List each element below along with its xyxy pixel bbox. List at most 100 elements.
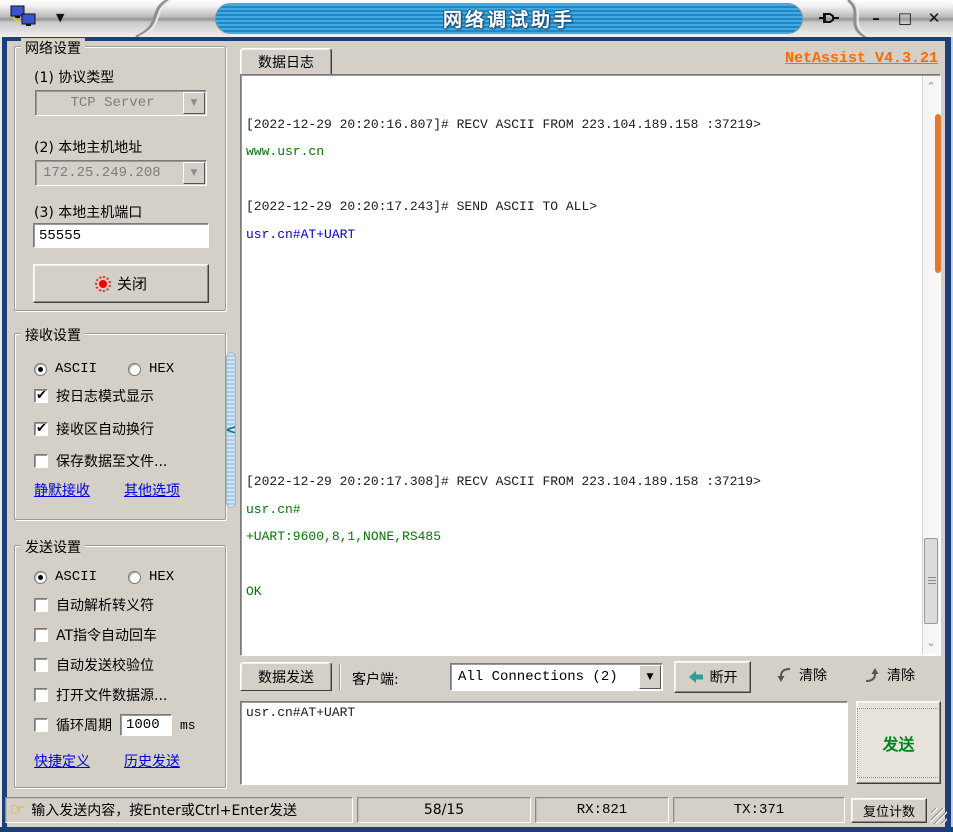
status-counter: 58/15 [424, 802, 464, 818]
log-line [246, 248, 920, 276]
log-line [246, 331, 920, 359]
host-label: (2) 本地主机地址 [34, 137, 142, 157]
tab-data-log[interactable]: 数据日志 [240, 48, 332, 75]
cycle-period-input[interactable]: 1000 [120, 714, 172, 736]
version-link[interactable]: NetAssist V4.3.21 [600, 50, 938, 67]
log-line [246, 441, 920, 469]
log-line: +UART:9600,8,1,NONE,RS485 [246, 523, 920, 551]
host-value: 172.25.249.208 [36, 165, 182, 181]
minimize-button[interactable]: – [864, 7, 888, 29]
toolbar-divider [339, 664, 340, 690]
checkbox-file-source[interactable]: ✔ 打开文件数据源... [34, 685, 167, 705]
titlebar[interactable]: ▼ 网络调试助手 – □ ✕ [0, 0, 953, 37]
network-settings-title: 网络设置 [21, 38, 85, 58]
status-hint: 输入发送内容，按Enter或Ctrl+Enter发送 [31, 800, 343, 820]
radio-icon [128, 363, 141, 376]
protocol-select[interactable]: TCP Server ▼ [35, 90, 207, 116]
pin-icon[interactable] [818, 9, 840, 27]
send-input[interactable]: usr.cn#AT+UART [240, 701, 848, 785]
chevron-down-icon: ▼ [183, 162, 205, 184]
chevron-down-icon: ▼ [639, 665, 661, 689]
send-settings-group: 发送设置 ASCII HEX ✔ 自动解析转义符 ✔ AT指令自动回车 ✔ 自动… [14, 545, 226, 788]
clear-send-button[interactable]: 清除 [863, 665, 915, 685]
tab-data-send[interactable]: 数据发送 [240, 662, 332, 691]
log-line [246, 166, 920, 194]
recv-hex-label: HEX [149, 361, 174, 377]
log-line: [2022-12-29 20:20:16.807]# RECV ASCII FR… [246, 111, 920, 139]
send-hex-radio[interactable]: HEX [128, 567, 174, 587]
scroll-up-icon[interactable]: ⌃ [923, 78, 939, 96]
log-lines: [2022-12-29 20:20:16.807]# RECV ASCII FR… [246, 83, 920, 653]
disconnect-button[interactable]: 断开 [674, 661, 751, 693]
send-button[interactable]: 发送 [856, 701, 941, 784]
checkbox-auto-checksum[interactable]: ✔ 自动发送校验位 [34, 655, 154, 675]
chevron-down-icon: ▼ [183, 92, 205, 114]
send-ascii-radio[interactable]: ASCII [34, 567, 97, 587]
log-line: usr.cn#AT+UART [246, 221, 920, 249]
tx-count: TX:371 [734, 802, 784, 818]
scrollbar-grip-icon [928, 577, 936, 586]
frame-left-edge [0, 37, 7, 832]
clear-recv-button[interactable]: 清除 [775, 665, 827, 685]
silent-recv-link[interactable]: 静默接收 [34, 480, 90, 500]
data-log-area[interactable]: [2022-12-29 20:20:16.807]# RECV ASCII FR… [240, 74, 941, 656]
checkbox-log-mode[interactable]: ✔ 按日志模式显示 [34, 386, 154, 406]
radio-icon [128, 571, 141, 584]
checkbox-save-to-file[interactable]: ✔ 保存数据至文件... [34, 451, 167, 471]
log-line [246, 276, 920, 304]
checkbox-auto-wrap[interactable]: ✔ 接收区自动换行 [34, 419, 154, 439]
checkbox-cycle-send[interactable]: ✔ 循环周期 1000 ms [34, 715, 196, 735]
tab-data-send-label: 数据发送 [258, 667, 314, 687]
other-options-link[interactable]: 其他选项 [124, 480, 180, 500]
log-line [246, 358, 920, 386]
reset-count-button[interactable]: 复位计数 [851, 798, 927, 823]
menu-dropdown-icon[interactable]: ▼ [56, 11, 64, 24]
arrow-left-icon [688, 669, 704, 685]
recv-ascii-label: ASCII [55, 361, 97, 377]
history-send-link[interactable]: 历史发送 [124, 751, 180, 771]
close-connection-label: 关闭 [117, 273, 147, 294]
reset-count-label: 复位计数 [863, 801, 915, 820]
network-settings-group: 网络设置 (1) 协议类型 TCP Server ▼ (2) 本地主机地址 17… [14, 46, 226, 311]
frame-right-edge [945, 37, 953, 832]
log-line [246, 551, 920, 579]
panel-splitter[interactable]: < [226, 352, 236, 508]
collapse-left-icon: < [226, 424, 237, 437]
frame-bottom-edge [0, 827, 953, 832]
window-scroll-indicator[interactable] [935, 114, 941, 273]
log-line [246, 386, 920, 414]
checkbox-checked-icon: ✔ [34, 422, 48, 436]
cycle-label: 循环周期 [56, 715, 112, 735]
port-input[interactable]: 55555 [33, 223, 209, 248]
rx-count: RX:821 [577, 802, 627, 818]
host-select[interactable]: 172.25.249.208 ▼ [35, 160, 207, 186]
status-bar: ☞ 输入发送内容，按Enter或Ctrl+Enter发送 58/15 RX:82… [5, 793, 945, 827]
log-line: OK [246, 578, 920, 606]
close-button[interactable]: ✕ [922, 7, 946, 29]
pointing-hand-icon: ☞ [10, 800, 25, 820]
status-rx-panel: RX:821 [535, 797, 669, 823]
disconnect-label: 断开 [710, 667, 738, 687]
checkbox-icon: ✔ [34, 598, 48, 612]
checkbox-label: AT指令自动回车 [56, 625, 157, 645]
scroll-down-icon[interactable]: ⌄ [923, 634, 939, 652]
recv-hex-radio[interactable]: HEX [128, 359, 174, 379]
close-connection-button[interactable]: 关闭 [33, 264, 209, 303]
scrollbar-thumb[interactable] [924, 538, 938, 624]
send-hex-label: HEX [149, 569, 174, 585]
checkbox-label: 按日志模式显示 [56, 386, 154, 406]
checkbox-at-cr[interactable]: ✔ AT指令自动回车 [34, 625, 157, 645]
checkbox-escape-parse[interactable]: ✔ 自动解析转义符 [34, 595, 154, 615]
quick-define-link[interactable]: 快捷定义 [34, 751, 90, 771]
status-tx-panel: TX:371 [673, 797, 845, 823]
cycle-unit-label: ms [180, 718, 196, 733]
log-line [246, 83, 920, 111]
resize-grip[interactable] [931, 808, 947, 824]
tab-data-log-label: 数据日志 [258, 52, 314, 72]
log-line: usr.cn# [246, 496, 920, 524]
maximize-button[interactable]: □ [893, 7, 917, 29]
port-value: 55555 [39, 228, 81, 244]
recv-ascii-radio[interactable]: ASCII [34, 359, 97, 379]
app-icon[interactable] [10, 5, 44, 31]
connection-select[interactable]: All Connections (2) ▼ [450, 663, 663, 691]
